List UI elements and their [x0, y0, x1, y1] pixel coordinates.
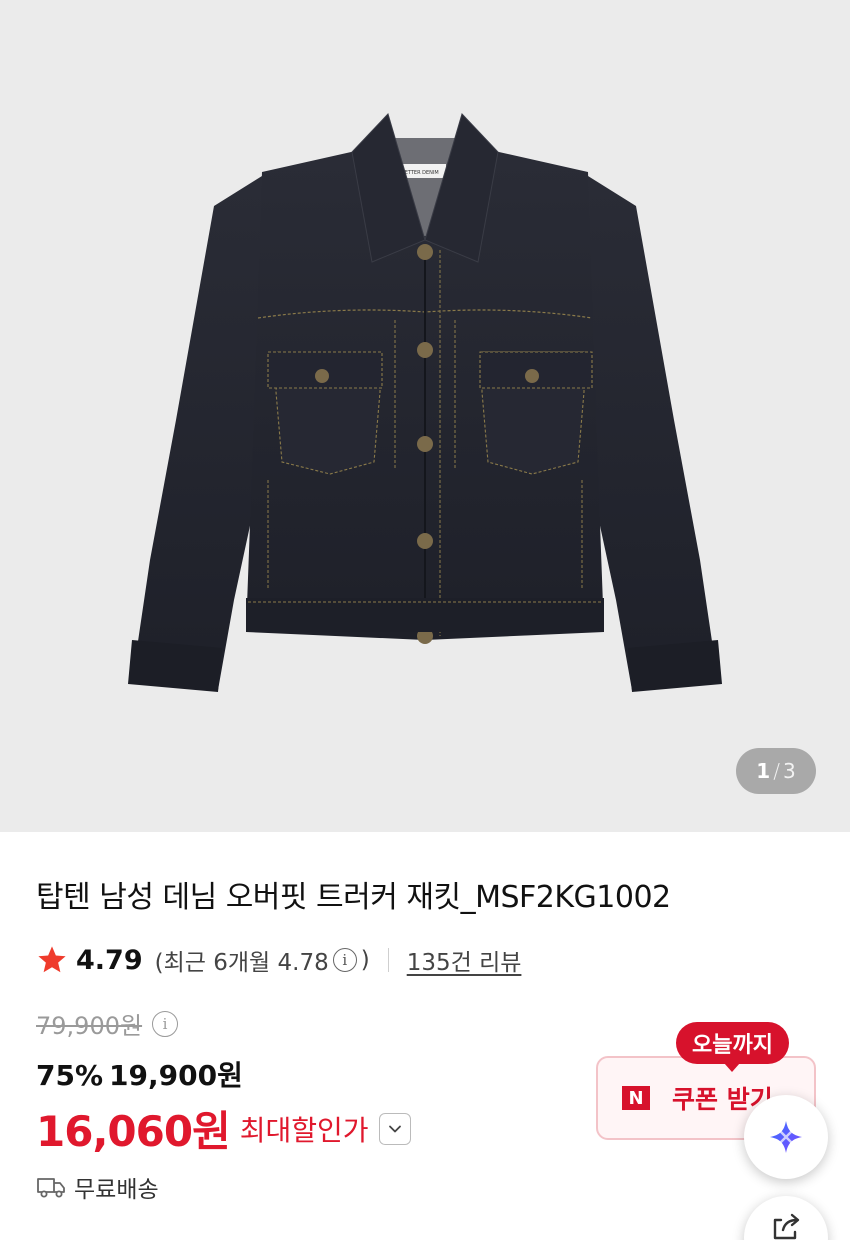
sale-price-row: 75% 19,900원	[36, 1054, 243, 1094]
shipping-row: 무료배송	[36, 1170, 159, 1204]
sale-price: 19,900원	[109, 1059, 243, 1092]
chevron-down-icon	[388, 1125, 401, 1132]
original-price-row: 79,900원 i	[36, 1006, 182, 1041]
sparkle-icon	[770, 1121, 802, 1153]
final-price-row: 16,060원 최대할인가	[36, 1098, 411, 1159]
shipping-label: 무료배송	[74, 1177, 159, 1203]
max-discount-label: 최대할인가	[239, 1113, 369, 1147]
final-price: 16,060원	[36, 1107, 231, 1156]
image-page-counter: 1 / 3	[736, 748, 816, 794]
info-icon[interactable]: i	[332, 948, 357, 972]
brand-label: BETTER DENIM	[401, 170, 438, 176]
ai-assistant-button[interactable]	[744, 1095, 828, 1179]
naver-logo-icon: N	[622, 1086, 650, 1110]
recent-rating-text: (최근 6개월 4.78	[154, 950, 329, 976]
coupon-deadline-badge: 오늘까지	[676, 1022, 789, 1072]
product-title: 탑텐 남성 데님 오버핏 트러커 재킷_MSF2KG1002	[36, 880, 671, 915]
total-image-count: 3	[782, 759, 796, 783]
rating-score: 4.79	[76, 944, 143, 976]
recent-rating-close: )	[360, 947, 370, 973]
product-image-gallery[interactable]: BETTER DENIM 1 / 3	[0, 0, 850, 832]
expand-discount-button[interactable]	[378, 1112, 411, 1145]
review-count-link[interactable]: 135건 리뷰	[407, 943, 522, 977]
current-image-index: 1	[756, 759, 771, 783]
recent-rating: (최근 6개월 4.78 i )	[155, 943, 370, 977]
counter-separator: /	[773, 759, 780, 783]
share-button[interactable]	[744, 1196, 828, 1240]
discount-rate: 75%	[36, 1059, 104, 1092]
divider	[387, 948, 389, 972]
truck-icon	[37, 1178, 65, 1198]
price-info-icon[interactable]: i	[152, 1010, 179, 1037]
original-price: 79,900원	[36, 1012, 143, 1040]
star-icon	[38, 946, 66, 973]
denim-jacket-image: BETTER DENIM	[128, 113, 722, 692]
share-icon	[773, 1213, 800, 1240]
rating-row: 4.79 (최근 6개월 4.78 i ) 135건 리뷰	[36, 940, 521, 980]
